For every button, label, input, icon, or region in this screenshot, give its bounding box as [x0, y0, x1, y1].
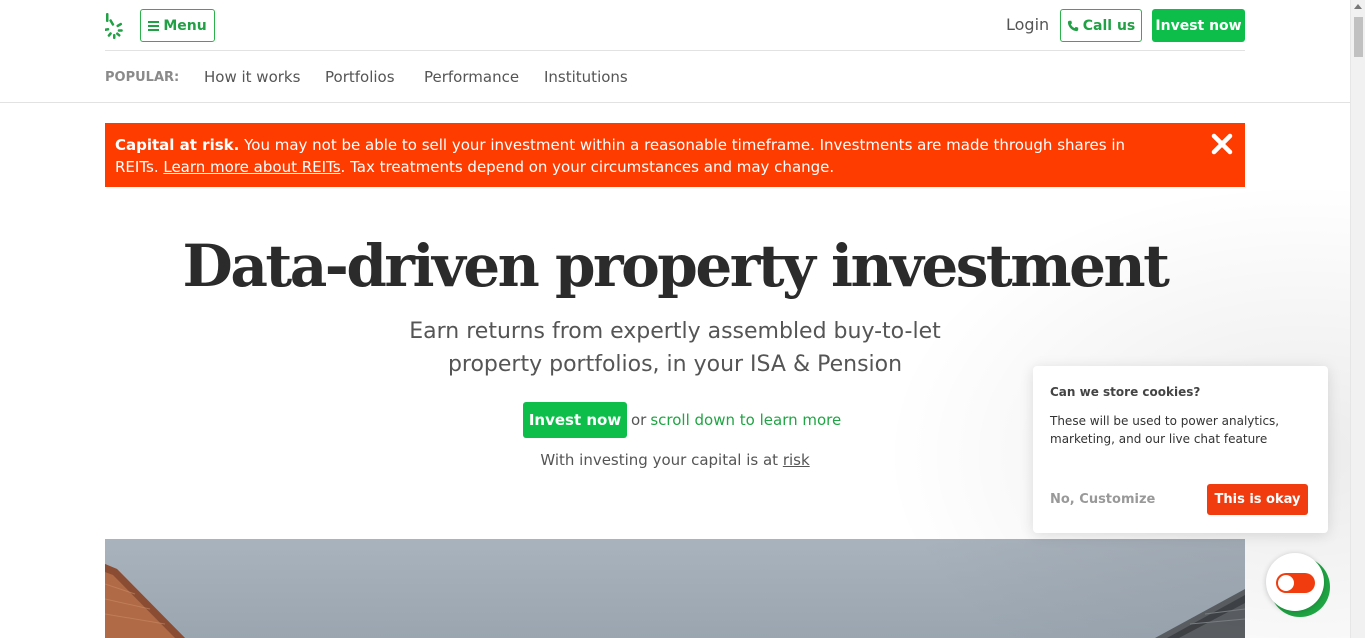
- login-link[interactable]: Login: [1006, 15, 1049, 34]
- nav-link-portfolios[interactable]: Portfolios: [325, 68, 395, 86]
- close-icon[interactable]: [1211, 132, 1233, 156]
- cookie-consent-popup: Can we store cookies? These will be used…: [1033, 366, 1328, 533]
- hero-subtitle: Earn returns from expertly assembled buy…: [409, 319, 941, 377]
- learn-more-reits-link[interactable]: Learn more about REITs: [163, 158, 340, 176]
- toggle-knob: [1278, 575, 1294, 591]
- nav-link-how-it-works[interactable]: How it works: [204, 68, 300, 86]
- risk-banner-tax-text: . Tax treatments depend on your circumst…: [340, 158, 835, 176]
- hero-property-photo: [105, 539, 1245, 638]
- risk-link[interactable]: risk: [783, 451, 810, 469]
- invest-now-header-button[interactable]: Invest now: [1152, 9, 1245, 42]
- hero-title: Data-driven property investment: [182, 232, 1170, 300]
- cookie-body: These will be used to power analytics, m…: [1050, 414, 1280, 446]
- call-us-button[interactable]: Call us: [1060, 9, 1142, 42]
- menu-button[interactable]: Menu: [140, 9, 215, 42]
- property-photo-image: [105, 539, 1245, 638]
- scroll-down-link[interactable]: scroll down to learn more: [650, 411, 841, 429]
- cookie-no-customize-button[interactable]: No, Customize: [1050, 492, 1155, 507]
- invest-now-hero-button[interactable]: Invest now: [523, 402, 627, 438]
- risk-banner-lead: Capital at risk.: [115, 136, 240, 154]
- call-us-label: Call us: [1082, 17, 1136, 34]
- hero-cta-row: Invest now or scroll down to learn more: [523, 402, 841, 438]
- phone-icon: [1067, 20, 1078, 31]
- toggle-button-circle: [1266, 553, 1324, 611]
- vertical-scrollbar[interactable]: [1350, 0, 1365, 638]
- logo-icon[interactable]: [105, 11, 127, 39]
- capital-at-risk-banner: Capital at risk. You may not be able to …: [105, 123, 1245, 187]
- menu-button-label: Menu: [163, 17, 207, 34]
- header-divider: [0, 102, 1350, 103]
- cookie-settings-toggle[interactable]: [1266, 553, 1330, 617]
- page: Menu Login Call us Invest now POPULAR: H…: [0, 0, 1350, 638]
- nav-link-performance[interactable]: Performance: [424, 68, 519, 86]
- nav-link-institutions[interactable]: Institutions: [544, 68, 628, 86]
- hamburger-icon: [148, 20, 160, 31]
- scroll-up-arrow-icon[interactable]: [1354, 4, 1362, 9]
- hero-risk-text: With investing your capital is at: [540, 451, 783, 469]
- hero-or-text: or: [631, 411, 647, 429]
- scrollbar-thumb[interactable]: [1354, 17, 1363, 57]
- cookie-title: Can we store cookies?: [1050, 385, 1201, 399]
- popular-nav: POPULAR: How it works Portfolios Perform…: [105, 51, 1245, 102]
- top-navbar: Menu Login Call us Invest now: [105, 0, 1245, 51]
- cookie-accept-button[interactable]: This is okay: [1207, 484, 1308, 515]
- popular-label: POPULAR:: [105, 70, 180, 85]
